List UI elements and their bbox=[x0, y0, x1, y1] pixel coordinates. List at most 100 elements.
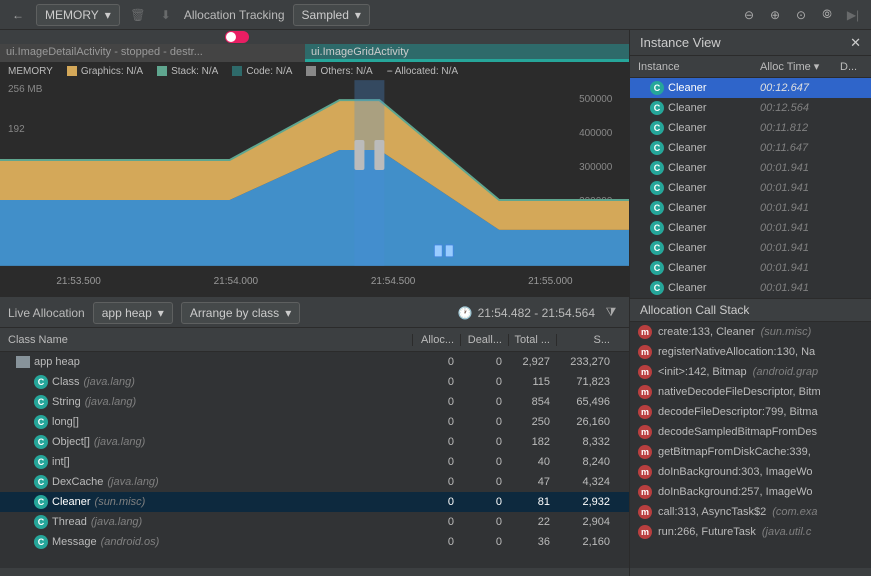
instance-row[interactable]: CCleaner00:12.647 bbox=[630, 78, 871, 98]
stack-frame[interactable]: mrun:266, FutureTask (java.util.c bbox=[630, 522, 871, 542]
stack-frame[interactable]: mdoInBackground:303, ImageWo bbox=[630, 462, 871, 482]
class-icon: C bbox=[650, 221, 664, 235]
toggle-pill[interactable] bbox=[225, 31, 249, 43]
svg-text:192: 192 bbox=[8, 124, 25, 135]
instance-row[interactable]: CCleaner00:01.941 bbox=[630, 218, 871, 238]
class-icon: C bbox=[34, 415, 48, 429]
method-name: registerNativeAllocation:130, Na bbox=[658, 346, 815, 358]
method-name: run:266, FutureTask bbox=[658, 526, 756, 538]
arrange-dropdown[interactable]: Arrange by class▾ bbox=[181, 302, 300, 324]
method-icon: m bbox=[638, 385, 652, 399]
col-shallow[interactable]: S... bbox=[556, 334, 616, 346]
zoom-selection-icon[interactable]: ⦾ bbox=[817, 5, 837, 25]
stack-frame[interactable]: mgetBitmapFromDiskCache:339, bbox=[630, 442, 871, 462]
instance-row[interactable]: CCleaner00:01.941 bbox=[630, 258, 871, 278]
stack-frame[interactable]: mcall:313, AsyncTask$2 (com.exa bbox=[630, 502, 871, 522]
package-name: (sun.misc) bbox=[95, 496, 146, 508]
tracking-mode-dropdown[interactable]: Sampled ▾ bbox=[293, 4, 370, 26]
class-icon: C bbox=[34, 395, 48, 409]
memory-chart[interactable]: ui.ImageDetailActivity - stopped - destr… bbox=[0, 30, 629, 298]
instance-row[interactable]: CCleaner00:12.564 bbox=[630, 98, 871, 118]
h-scrollbar[interactable] bbox=[630, 568, 871, 576]
col-instance[interactable]: Instance bbox=[630, 61, 760, 73]
close-icon[interactable]: ✕ bbox=[850, 35, 861, 51]
tracking-label: Allocation Tracking bbox=[184, 8, 285, 22]
col-d[interactable]: D... bbox=[840, 61, 871, 73]
chevron-down-icon: ▾ bbox=[814, 60, 820, 73]
col-alloc-time[interactable]: Alloc Time▾ bbox=[760, 60, 840, 73]
col-class-name[interactable]: Class Name bbox=[0, 334, 412, 346]
method-icon: m bbox=[638, 445, 652, 459]
instance-row[interactable]: CCleaner00:01.941 bbox=[630, 198, 871, 218]
class-icon: C bbox=[650, 181, 664, 195]
trash-icon[interactable]: 🗑 bbox=[128, 5, 148, 25]
method-icon: m bbox=[638, 365, 652, 379]
instance-name: Cleaner bbox=[668, 142, 707, 154]
instance-name: Cleaner bbox=[668, 182, 707, 194]
stack-frame[interactable]: mregisterNativeAllocation:130, Na bbox=[630, 342, 871, 362]
stack-frame[interactable]: m<init>:142, Bitmap (android.grap bbox=[630, 362, 871, 382]
stack-frame[interactable]: m decodeFileDescriptor:799, Bitma bbox=[630, 402, 871, 422]
instance-row[interactable]: CCleaner00:01.941 bbox=[630, 278, 871, 298]
time-axis: 21:53.500 21:54.000 21:54.500 21:55.000 bbox=[0, 269, 629, 293]
table-row[interactable]: CDexCache (java.lang)00474,324 bbox=[0, 472, 629, 492]
instance-name: Cleaner bbox=[668, 202, 707, 214]
back-button[interactable]: ← bbox=[8, 5, 28, 25]
package-name: (android.grap bbox=[753, 366, 818, 378]
main-toolbar: ← MEMORY ▾ 🗑 ⬇ Allocation Tracking Sampl… bbox=[0, 0, 871, 30]
zoom-reset-icon[interactable]: ⊙ bbox=[791, 5, 811, 25]
col-alloc[interactable]: Alloc... bbox=[412, 334, 460, 346]
class-icon: C bbox=[34, 535, 48, 549]
folder-icon bbox=[16, 356, 30, 368]
table-row[interactable]: Clong[]0025026,160 bbox=[0, 412, 629, 432]
table-row[interactable]: CMessage (android.os)00362,160 bbox=[0, 532, 629, 552]
class-name: String bbox=[52, 396, 81, 408]
call-stack-body[interactable]: mcreate:133, Cleaner (sun.misc)mregister… bbox=[630, 322, 871, 568]
instance-row[interactable]: CCleaner00:01.941 bbox=[630, 158, 871, 178]
goto-live-icon[interactable]: ▶| bbox=[843, 5, 863, 25]
filter-icon[interactable]: ⧩ bbox=[601, 303, 621, 323]
legend-memory: MEMORY bbox=[8, 66, 53, 77]
zoom-out-icon[interactable]: ⊖ bbox=[739, 5, 759, 25]
table-row[interactable]: CClass (java.lang)0011571,823 bbox=[0, 372, 629, 392]
swatch-code bbox=[232, 66, 242, 76]
class-name: Object[] bbox=[52, 436, 90, 448]
instance-row[interactable]: CCleaner00:01.941 bbox=[630, 238, 871, 258]
stack-frame[interactable]: mdecodeSampledBitmapFromDes bbox=[630, 422, 871, 442]
method-name: decodeFileDescriptor:799, Bitma bbox=[658, 406, 818, 418]
method-icon: m bbox=[638, 405, 652, 419]
class-icon: C bbox=[34, 435, 48, 449]
instance-row[interactable]: CCleaner00:01.941 bbox=[630, 178, 871, 198]
table-row[interactable]: app heap002,927233,270 bbox=[0, 352, 629, 372]
svg-text:500000: 500000 bbox=[579, 94, 613, 105]
table-row[interactable]: CString (java.lang)0085465,496 bbox=[0, 392, 629, 412]
method-icon: m bbox=[638, 525, 652, 539]
h-scrollbar[interactable] bbox=[0, 568, 629, 576]
alloc-time: 00:01.941 bbox=[760, 202, 850, 214]
class-icon: C bbox=[650, 161, 664, 175]
heap-dropdown[interactable]: app heap▾ bbox=[93, 302, 173, 324]
method-name: decodeSampledBitmapFromDes bbox=[658, 426, 817, 438]
instance-table-body[interactable]: CCleaner00:12.647CCleaner00:12.564CClean… bbox=[630, 78, 871, 298]
stack-frame[interactable]: mnativeDecodeFileDescriptor, Bitm bbox=[630, 382, 871, 402]
instance-row[interactable]: CCleaner00:11.647 bbox=[630, 138, 871, 158]
instance-table-header: Instance Alloc Time▾ D... bbox=[630, 56, 871, 78]
swatch-others bbox=[306, 66, 316, 76]
table-row[interactable]: Cint[]00408,240 bbox=[0, 452, 629, 472]
zoom-in-icon[interactable]: ⊕ bbox=[765, 5, 785, 25]
class-table-body[interactable]: app heap002,927233,270CClass (java.lang)… bbox=[0, 352, 629, 568]
stack-frame[interactable]: mcreate:133, Cleaner (sun.misc) bbox=[630, 322, 871, 342]
col-total[interactable]: Total ... bbox=[508, 334, 556, 346]
class-icon: C bbox=[34, 495, 48, 509]
col-dealloc[interactable]: Deall... bbox=[460, 334, 508, 346]
table-row[interactable]: CObject[] (java.lang)001828,332 bbox=[0, 432, 629, 452]
instance-row[interactable]: CCleaner00:11.812 bbox=[630, 118, 871, 138]
alloc-time: 00:01.941 bbox=[760, 242, 850, 254]
stack-frame[interactable]: mdoInBackground:257, ImageWo bbox=[630, 482, 871, 502]
table-row[interactable]: CThread (java.lang)00222,904 bbox=[0, 512, 629, 532]
class-name: Message bbox=[52, 536, 97, 548]
memory-dropdown[interactable]: MEMORY ▾ bbox=[36, 4, 120, 26]
dump-icon[interactable]: ⬇ bbox=[156, 5, 176, 25]
package-name: (java.lang) bbox=[94, 436, 145, 448]
table-row[interactable]: CCleaner (sun.misc)00812,932 bbox=[0, 492, 629, 512]
